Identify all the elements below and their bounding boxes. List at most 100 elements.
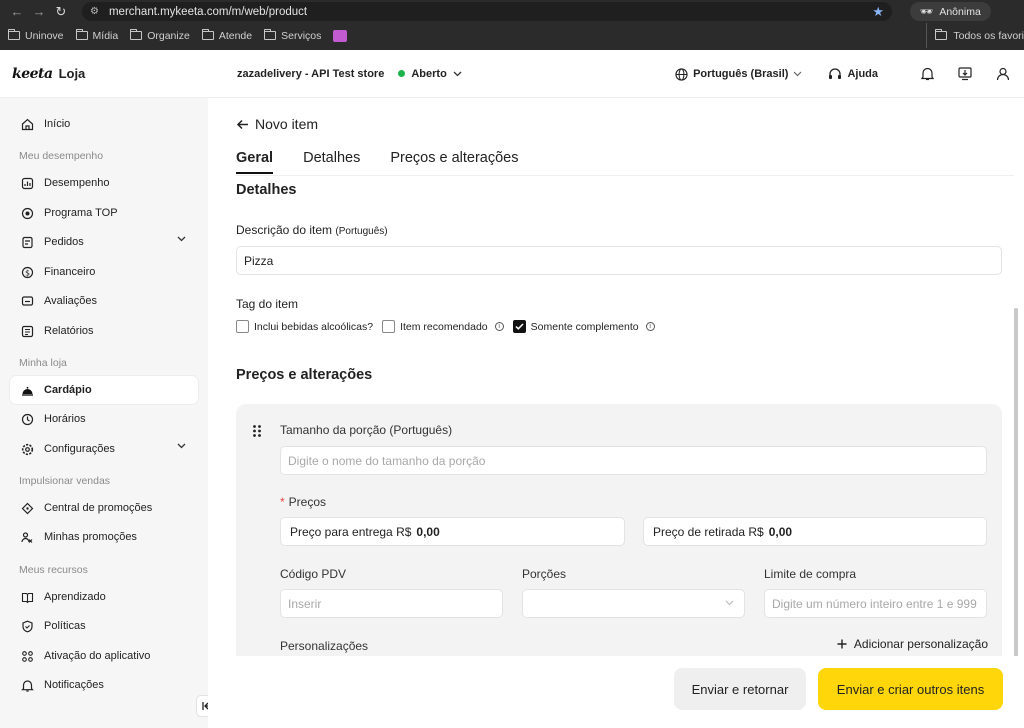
store-name: zazadelivery - API Test store: [237, 67, 385, 80]
limite-placeholder: Digite um número inteiro entre 1 e 999: [772, 596, 977, 611]
porcoes-label: Porções: [522, 567, 567, 581]
keeta-logo: keeta: [12, 65, 53, 82]
info-icon[interactable]: i: [494, 322, 504, 331]
arrow-left-icon: [236, 119, 248, 129]
sidebar-section-vendas: Impulsionar vendas: [19, 475, 111, 487]
required-asterisk: *: [280, 495, 285, 509]
headset-icon: [829, 67, 842, 79]
help-button[interactable]: Ajuda: [828, 67, 878, 81]
tab-precos[interactable]: Preços e alterações: [390, 150, 518, 174]
checkbox-box-checked[interactable]: [512, 320, 526, 333]
all-bookmarks[interactable]: Todos os favori: [926, 23, 1024, 48]
notifications-bell-icon[interactable]: [916, 63, 938, 85]
checkbox-box[interactable]: [236, 320, 249, 333]
clock-icon: [20, 412, 34, 426]
descricao-value: Pizza: [244, 253, 274, 268]
scrollbar[interactable]: [1014, 308, 1018, 658]
address-row: ← → ↻ ⚙ merchant.mykeeta.com/m/web/produ…: [0, 0, 1024, 23]
download-app-icon[interactable]: [954, 63, 976, 85]
info-icon[interactable]: i: [645, 322, 655, 331]
checkbox-box[interactable]: [382, 320, 396, 333]
bell-icon: [20, 678, 34, 692]
folder-icon: [75, 29, 88, 40]
svg-text:$: $: [24, 268, 29, 277]
porcao-label: Tamanho da porção (Português): [280, 423, 453, 437]
logo[interactable]: keeta Loja: [0, 66, 208, 82]
plus-icon: [837, 639, 847, 649]
back-link[interactable]: Novo item: [236, 116, 318, 132]
sidebar-item-inicio[interactable]: Início: [10, 110, 198, 138]
enviar-retornar-button[interactable]: Enviar e retornar: [674, 668, 806, 710]
sidebar-item-horarios[interactable]: Horários: [10, 405, 198, 433]
orders-icon: [20, 235, 34, 249]
bookmark-folder[interactable]: Atende: [201, 29, 252, 42]
bookmark-favicon[interactable]: [333, 29, 348, 42]
sidebar-item-aprendizado[interactable]: Aprendizado: [10, 583, 198, 611]
descricao-input[interactable]: Pizza: [236, 246, 1002, 275]
incognito-profile-button[interactable]: 🕶 Anônima: [910, 2, 991, 21]
performance-icon: [20, 176, 34, 190]
sidebar-item-cardapio[interactable]: Cardápio: [10, 376, 198, 404]
sidebar-item-central-promocoes[interactable]: Central de promoções: [10, 494, 198, 522]
sidebar-item-notificacoes[interactable]: Notificações: [10, 671, 198, 699]
codigo-pdv-input[interactable]: Inserir: [280, 589, 503, 618]
drag-handle-icon[interactable]: [252, 424, 262, 438]
url-text: merchant.mykeeta.com/m/web/product: [108, 5, 308, 18]
tab-geral[interactable]: Geral: [236, 150, 274, 174]
personalizacoes-label: Personalizações: [280, 639, 369, 653]
bookmark-folder[interactable]: Organize: [130, 29, 190, 42]
bookmark-folder[interactable]: Mídia: [75, 29, 118, 42]
sidebar-item-desempenho[interactable]: Desempenho: [10, 169, 198, 197]
back-arrow-icon[interactable]: ←: [6, 4, 28, 19]
page-title: Novo item: [255, 116, 319, 132]
porcao-input[interactable]: Digite o nome do tamanho da porção: [280, 446, 987, 475]
shield-icon: [20, 619, 34, 633]
add-personalizacao-button[interactable]: Adicionar personalização: [837, 637, 988, 651]
sidebar-item-ativacao[interactable]: Ativação do aplicativo: [10, 642, 198, 670]
sidebar-item-financeiro[interactable]: $ Financeiro: [10, 258, 198, 286]
bookmark-folder[interactable]: Serviços: [264, 29, 321, 42]
favicon-icon: [333, 29, 348, 42]
sidebar-item-pedidos[interactable]: Pedidos: [10, 228, 198, 256]
store-status-dropdown[interactable]: Aberto: [398, 67, 462, 80]
user-account-icon[interactable]: [992, 63, 1014, 85]
status-dot-icon: [398, 70, 406, 77]
folder-icon: [264, 29, 277, 40]
preco-entrega-input[interactable]: Preço para entrega R$ 0,00: [280, 517, 625, 546]
sidebar-item-configuracoes[interactable]: Configurações: [10, 435, 198, 463]
bookmark-star-icon[interactable]: ★: [872, 4, 884, 20]
sidebar-item-minhas-promocoes[interactable]: Minhas promoções: [10, 523, 198, 551]
sidebar-item-politicas[interactable]: Políticas: [10, 612, 198, 640]
tag-icon: [20, 501, 34, 515]
precos-label: * Preços: [280, 495, 327, 509]
bookmarks-bar: Uninove Mídia Organize Atende Serviços T…: [0, 23, 1024, 48]
enviar-criar-button[interactable]: Enviar e criar outros itens: [818, 668, 1003, 710]
address-bar[interactable]: ⚙ merchant.mykeeta.com/m/web/product ★: [82, 2, 892, 21]
book-icon: [20, 590, 34, 604]
section-title-detalhes: Detalhes: [236, 182, 297, 198]
preco-retirada-input[interactable]: Preço de retirada R$ 0,00: [643, 517, 987, 546]
incognito-icon: 🕶: [920, 6, 934, 18]
tab-detalhes[interactable]: Detalhes: [303, 150, 360, 174]
reload-icon[interactable]: ↻: [50, 4, 72, 20]
checkmark-icon: [515, 323, 524, 330]
language-selector[interactable]: Português (Brasil): [675, 67, 802, 81]
limite-input[interactable]: Digite um número inteiro entre 1 e 999: [764, 589, 987, 618]
checkbox-somente-complemento[interactable]: Somente complemento i: [512, 320, 655, 333]
descricao-label: Descrição do item (Português): [236, 223, 388, 237]
sidebar-item-avaliacoes[interactable]: Avaliações: [10, 287, 198, 315]
main-content: Novo item Geral Detalhes Preços e altera…: [208, 98, 1024, 728]
sidebar-item-relatorios[interactable]: Relatórios: [10, 317, 198, 345]
checkbox-recomendado[interactable]: Item recomendado i: [382, 320, 504, 333]
sidebar-item-programa-top[interactable]: Programa TOP: [10, 199, 198, 227]
folder-icon: [201, 29, 214, 40]
target-icon: [20, 206, 34, 220]
bookmark-folder[interactable]: Uninove: [8, 29, 64, 42]
porcoes-select[interactable]: [522, 589, 745, 618]
app-header: keeta Loja zazadelivery - API Test store…: [0, 50, 1024, 98]
forward-arrow-icon[interactable]: →: [28, 4, 50, 19]
site-settings-icon[interactable]: ⚙: [90, 6, 99, 17]
status-label: Aberto: [411, 67, 447, 80]
language-label: Português (Brasil): [693, 68, 789, 80]
checkbox-alcoolicas[interactable]: Inclui bebidas alcoólicas?: [236, 320, 373, 333]
